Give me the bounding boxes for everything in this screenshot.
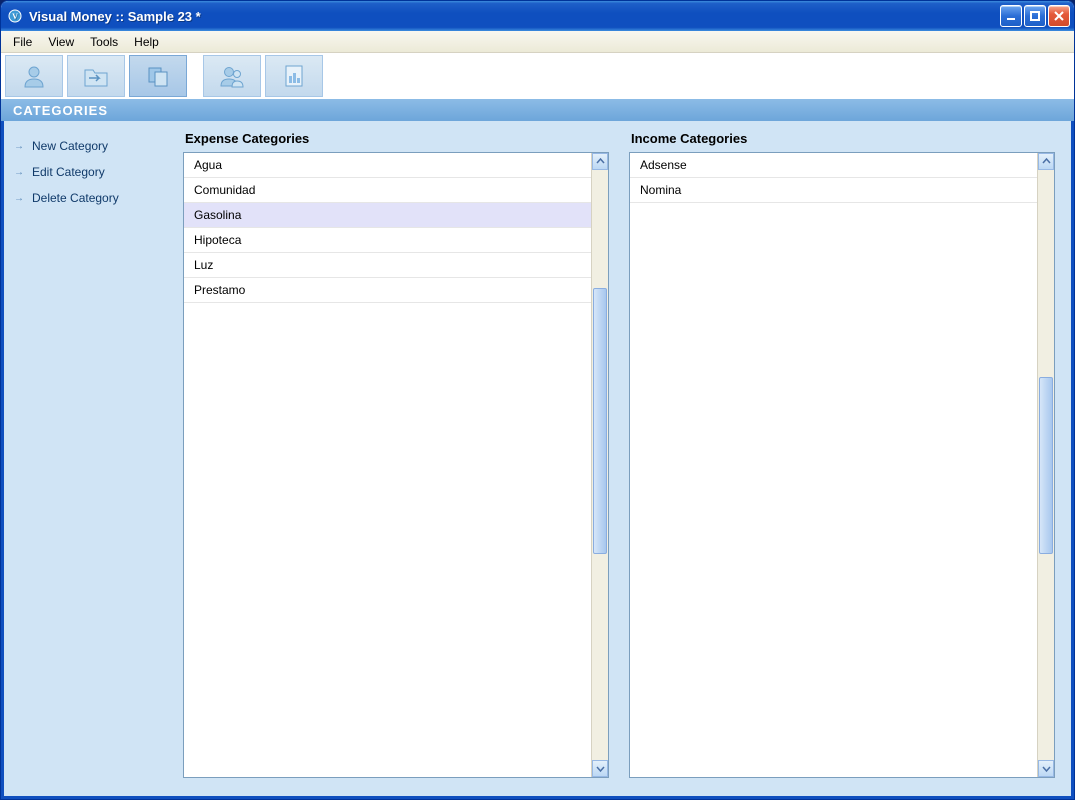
folder-arrow-icon bbox=[82, 62, 110, 90]
list-item[interactable]: Adsense bbox=[630, 153, 1037, 178]
toolbar bbox=[1, 53, 1074, 99]
section-header: CATEGORIES bbox=[1, 99, 1074, 121]
stacks-icon bbox=[144, 62, 172, 90]
list-item[interactable]: Gasolina bbox=[184, 203, 591, 228]
income-scrollbar[interactable] bbox=[1037, 153, 1054, 777]
scroll-up-button[interactable] bbox=[1038, 153, 1054, 170]
panels: Expense Categories Agua Comunidad Gasoli… bbox=[179, 121, 1071, 788]
income-panel-title: Income Categories bbox=[629, 131, 1055, 146]
section-title: CATEGORIES bbox=[13, 103, 108, 118]
chevron-down-icon bbox=[596, 764, 605, 773]
scroll-track[interactable] bbox=[1038, 170, 1054, 760]
sidebar-link-label: Edit Category bbox=[32, 165, 105, 179]
minimize-icon bbox=[1006, 11, 1016, 21]
scroll-thumb[interactable] bbox=[1039, 377, 1053, 554]
categories-tool-button[interactable] bbox=[129, 55, 187, 97]
arrow-icon: → bbox=[14, 193, 24, 204]
income-panel: Income Categories Adsense Nomina bbox=[629, 131, 1055, 778]
expense-listbox: Agua Comunidad Gasolina Hipoteca Luz Pre… bbox=[183, 152, 609, 778]
app-window: V Visual Money :: Sample 23 * File View … bbox=[0, 0, 1075, 800]
expense-scrollbar[interactable] bbox=[591, 153, 608, 777]
doc-chart-icon bbox=[280, 62, 308, 90]
list-item[interactable]: Agua bbox=[184, 153, 591, 178]
expense-panel-title: Expense Categories bbox=[183, 131, 609, 146]
scroll-track[interactable] bbox=[592, 170, 608, 760]
menu-help[interactable]: Help bbox=[126, 33, 167, 51]
scroll-down-button[interactable] bbox=[592, 760, 608, 777]
expense-panel: Expense Categories Agua Comunidad Gasoli… bbox=[183, 131, 609, 778]
chevron-up-icon bbox=[596, 157, 605, 166]
app-icon: V bbox=[7, 8, 23, 24]
scroll-down-button[interactable] bbox=[1038, 760, 1054, 777]
sidebar: → New Category → Edit Category → Delete … bbox=[4, 121, 179, 788]
income-list[interactable]: Adsense Nomina bbox=[630, 153, 1037, 777]
titlebar: V Visual Money :: Sample 23 * bbox=[1, 1, 1074, 31]
payees-tool-button[interactable] bbox=[203, 55, 261, 97]
list-item[interactable]: Prestamo bbox=[184, 278, 591, 303]
sidebar-link-label: New Category bbox=[32, 139, 108, 153]
close-icon bbox=[1054, 11, 1064, 21]
list-item[interactable]: Comunidad bbox=[184, 178, 591, 203]
close-button[interactable] bbox=[1048, 5, 1070, 27]
minimize-button[interactable] bbox=[1000, 5, 1022, 27]
expense-list[interactable]: Agua Comunidad Gasolina Hipoteca Luz Pre… bbox=[184, 153, 591, 777]
window-controls bbox=[1000, 5, 1070, 27]
income-listbox: Adsense Nomina bbox=[629, 152, 1055, 778]
list-item[interactable]: Luz bbox=[184, 253, 591, 278]
sidebar-edit-category[interactable]: → Edit Category bbox=[14, 159, 169, 185]
sidebar-link-label: Delete Category bbox=[32, 191, 119, 205]
chevron-up-icon bbox=[1042, 157, 1051, 166]
menubar: File View Tools Help bbox=[1, 31, 1074, 53]
toolbar-separator bbox=[191, 58, 199, 94]
maximize-button[interactable] bbox=[1024, 5, 1046, 27]
window-title: Visual Money :: Sample 23 * bbox=[29, 9, 1000, 24]
svg-text:V: V bbox=[12, 12, 18, 21]
sidebar-new-category[interactable]: → New Category bbox=[14, 133, 169, 159]
scroll-thumb[interactable] bbox=[593, 288, 607, 554]
menu-view[interactable]: View bbox=[40, 33, 82, 51]
list-item[interactable]: Hipoteca bbox=[184, 228, 591, 253]
accounts-tool-button[interactable] bbox=[5, 55, 63, 97]
content-area: → New Category → Edit Category → Delete … bbox=[1, 121, 1074, 799]
user-icon bbox=[20, 62, 48, 90]
scroll-up-button[interactable] bbox=[592, 153, 608, 170]
arrow-icon: → bbox=[14, 167, 24, 178]
transactions-tool-button[interactable] bbox=[67, 55, 125, 97]
menu-file[interactable]: File bbox=[5, 33, 40, 51]
menu-tools[interactable]: Tools bbox=[82, 33, 126, 51]
users-icon bbox=[218, 62, 246, 90]
sidebar-delete-category[interactable]: → Delete Category bbox=[14, 185, 169, 211]
chevron-down-icon bbox=[1042, 764, 1051, 773]
reports-tool-button[interactable] bbox=[265, 55, 323, 97]
list-item[interactable]: Nomina bbox=[630, 178, 1037, 203]
arrow-icon: → bbox=[14, 141, 24, 152]
maximize-icon bbox=[1030, 11, 1040, 21]
